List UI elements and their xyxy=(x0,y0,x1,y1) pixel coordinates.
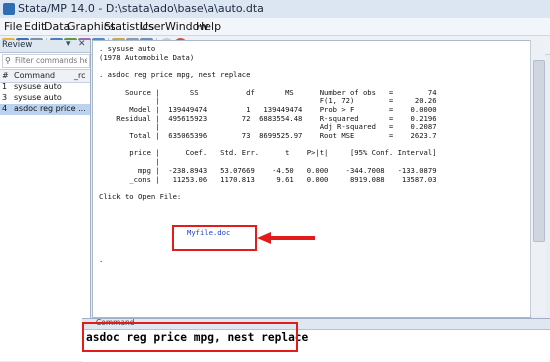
stata-app-icon xyxy=(3,3,15,15)
review-item-number: 3 xyxy=(2,93,8,102)
menu-help[interactable]: Help xyxy=(196,20,221,33)
title-bar: Stata/MP 14.0 - D:\stata\ado\base\a\auto… xyxy=(0,0,550,19)
review-item-command: asdoc reg price ... xyxy=(14,104,86,113)
review-column-header: # Command _rc xyxy=(0,69,90,83)
window-title: Stata/MP 14.0 - D:\stata\ado\base\a\auto… xyxy=(18,2,264,15)
scrollbar-thumb[interactable] xyxy=(533,60,545,242)
filter-icon: ⚲ xyxy=(5,56,11,65)
results-prompt: . xyxy=(99,255,104,264)
review-item-number: 4 xyxy=(2,104,8,113)
review-item[interactable]: 1 sysuse auto xyxy=(0,82,90,93)
annotation-box-command xyxy=(82,322,298,352)
review-filter[interactable]: ⚲ xyxy=(2,54,90,68)
annotation-box-link xyxy=(172,225,257,251)
close-icon[interactable]: ✕ xyxy=(78,39,86,49)
pin-icon[interactable]: ▾ xyxy=(66,39,71,49)
results-output: . sysuse auto (1978 Automobile Data) . a… xyxy=(99,44,437,201)
column-command[interactable]: Command xyxy=(14,71,55,80)
review-title: Review xyxy=(2,40,33,50)
results-scrollbar[interactable] xyxy=(530,40,545,316)
filter-input[interactable] xyxy=(15,55,87,66)
review-item-command: sysuse auto xyxy=(14,93,62,102)
review-item-command: sysuse auto xyxy=(14,82,62,91)
review-item[interactable]: 3 sysuse auto xyxy=(0,93,90,104)
review-item-selected[interactable]: 4 asdoc reg price ... xyxy=(0,104,90,115)
menu-user[interactable]: User xyxy=(140,20,165,33)
annotation-arrow-icon xyxy=(257,232,315,244)
menu-file[interactable]: File xyxy=(4,20,22,33)
menu-bar: File Edit Data Graphics Statistics User … xyxy=(0,18,550,36)
review-header: Review ▾ ✕ xyxy=(0,39,90,53)
results-window[interactable]: . sysuse auto (1978 Automobile Data) . a… xyxy=(92,40,531,318)
column-number[interactable]: # xyxy=(2,71,9,80)
column-rc[interactable]: _rc xyxy=(74,71,86,80)
review-panel: Review ▾ ✕ ⚲ # Command _rc 1 sysuse auto… xyxy=(0,39,91,361)
review-item-number: 1 xyxy=(2,82,8,91)
menu-edit[interactable]: Edit xyxy=(24,20,45,33)
